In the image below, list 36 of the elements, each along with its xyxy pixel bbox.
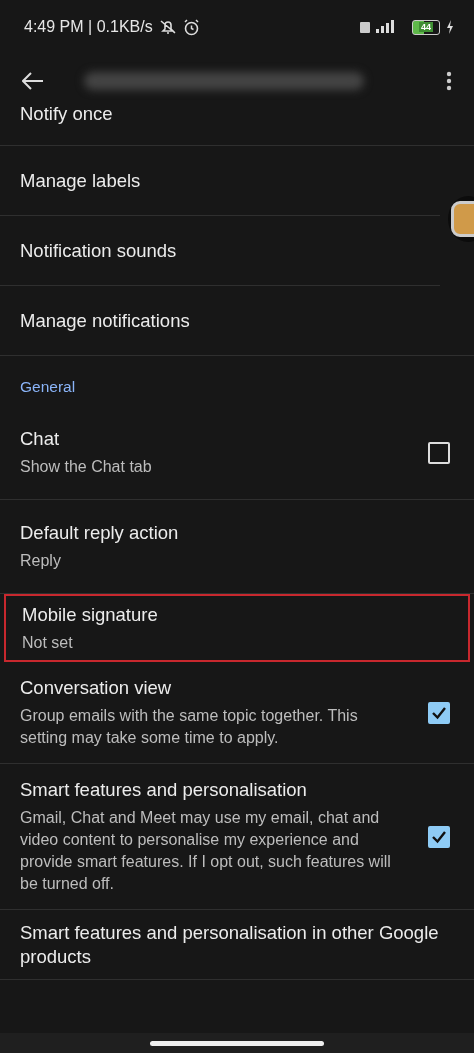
item-title: Default reply action bbox=[20, 521, 180, 545]
item-subtitle: Group emails with the same topic together. This setting may take some time to apply. bbox=[20, 706, 359, 748]
section-header: General bbox=[19, 377, 77, 397]
muted-bell-icon bbox=[158, 19, 177, 35]
item-subtitle: Not set bbox=[22, 632, 74, 653]
settings-item[interactable]: Conversation view Group emails with the same topic together. This setting may take some time to apply. bbox=[0, 662, 474, 764]
battery-icon: 44 bbox=[412, 19, 440, 35]
status-time: 4:49 PM | 0.1KB/s bbox=[24, 18, 153, 36]
item-title: Chat bbox=[20, 427, 61, 451]
checkbox[interactable] bbox=[428, 441, 450, 464]
alarm-icon bbox=[182, 18, 200, 36]
item-title: Conversation view bbox=[20, 676, 173, 700]
settings-item[interactable]: Default reply action Reply bbox=[0, 500, 474, 594]
item-title: Smart features and personalisation in other Google products bbox=[20, 920, 440, 969]
settings-item[interactable]: Mobile signature Not set bbox=[4, 594, 470, 662]
settings-item[interactable]: Chat Show the Chat tab bbox=[0, 406, 474, 500]
back-arrow-icon[interactable] bbox=[22, 72, 44, 90]
item-title: Notification sounds bbox=[20, 238, 178, 263]
item-title: Manage labels bbox=[20, 168, 142, 193]
item-title: Notify once bbox=[20, 102, 114, 126]
home-indicator[interactable] bbox=[150, 1040, 324, 1046]
item-subtitle: Reply bbox=[20, 551, 62, 571]
settings-item[interactable]: Manage notifications bbox=[0, 286, 474, 356]
settings-item[interactable]: Smart features and personalisation in other Google products bbox=[0, 910, 474, 980]
checkbox[interactable] bbox=[428, 701, 450, 724]
settings-item[interactable]: Notify once bbox=[0, 102, 474, 146]
item-subtitle: Show the Chat tab bbox=[20, 457, 153, 477]
item-title: Mobile signature bbox=[22, 602, 159, 627]
item-title: Manage notifications bbox=[20, 308, 191, 333]
item-subtitle: Gmail, Chat and Meet may use my email, chat and video content to personalise my experience and provide smart features. If I opt out, such features will be turned off. bbox=[20, 808, 392, 894]
settings-item[interactable]: Manage labels bbox=[0, 146, 440, 216]
item-title: Smart features and personalisation bbox=[20, 778, 308, 802]
checkbox[interactable] bbox=[428, 825, 450, 848]
charging-icon bbox=[446, 20, 454, 34]
settings-item[interactable]: Notification sounds bbox=[0, 216, 440, 286]
more-options-icon[interactable] bbox=[446, 71, 452, 91]
